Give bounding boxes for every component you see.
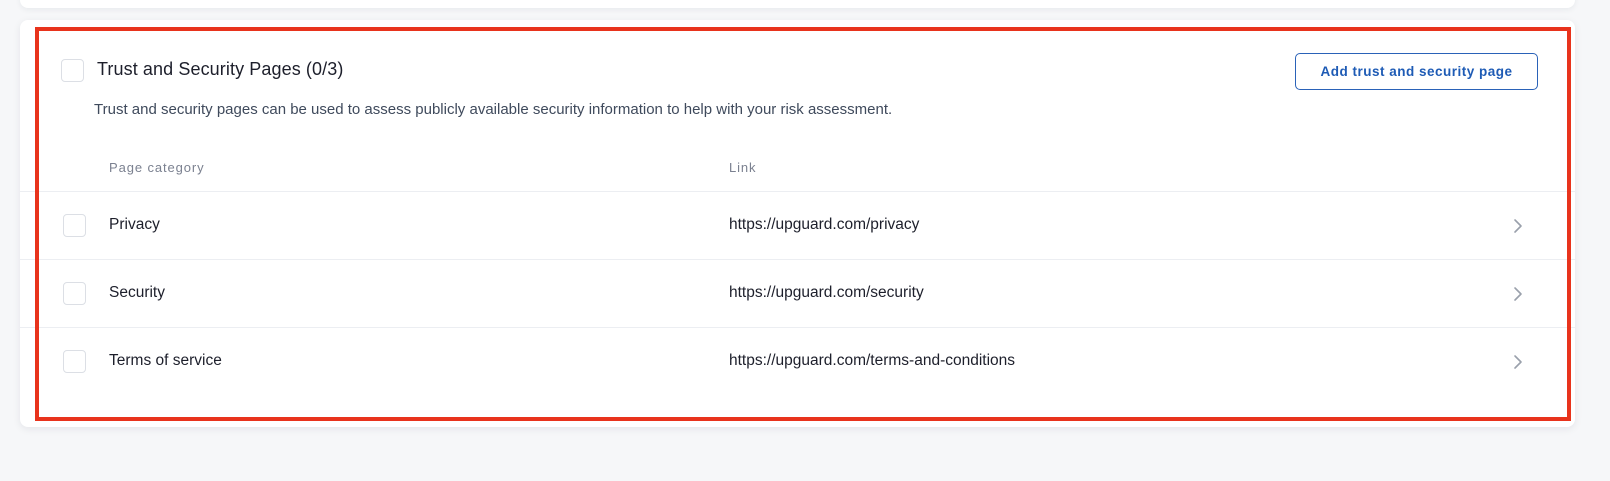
- link-cell: https://upguard.com/terms-and-conditions: [729, 352, 1016, 369]
- select-all-checkbox[interactable]: [61, 59, 84, 82]
- link-cell: https://upguard.com/security: [729, 284, 924, 301]
- section-title: Trust and Security Pages (0/3): [97, 59, 344, 79]
- link-cell: https://upguard.com/privacy: [729, 216, 920, 233]
- column-header-link: Link: [729, 160, 757, 175]
- table-row-privacy[interactable]: Privacy https://upguard.com/privacy: [20, 191, 1575, 259]
- table-row-terms-of-service[interactable]: Terms of service https://upguard.com/ter…: [20, 327, 1575, 395]
- column-header-page-category: Page category: [109, 160, 205, 175]
- previous-card-edge: [20, 0, 1575, 8]
- chevron-right-icon[interactable]: [1512, 218, 1524, 234]
- page-category-cell: Security: [109, 284, 165, 301]
- table-row-security[interactable]: Security https://upguard.com/security: [20, 259, 1575, 327]
- row-checkbox[interactable]: [63, 214, 86, 237]
- section-description: Trust and security pages can be used to …: [94, 101, 893, 118]
- chevron-right-icon[interactable]: [1512, 286, 1524, 302]
- row-checkbox[interactable]: [63, 282, 86, 305]
- row-checkbox[interactable]: [63, 350, 86, 373]
- page-category-cell: Privacy: [109, 216, 160, 233]
- add-trust-security-page-button[interactable]: Add trust and security page: [1295, 53, 1538, 90]
- chevron-right-icon[interactable]: [1512, 354, 1524, 370]
- page-category-cell: Terms of service: [109, 352, 222, 369]
